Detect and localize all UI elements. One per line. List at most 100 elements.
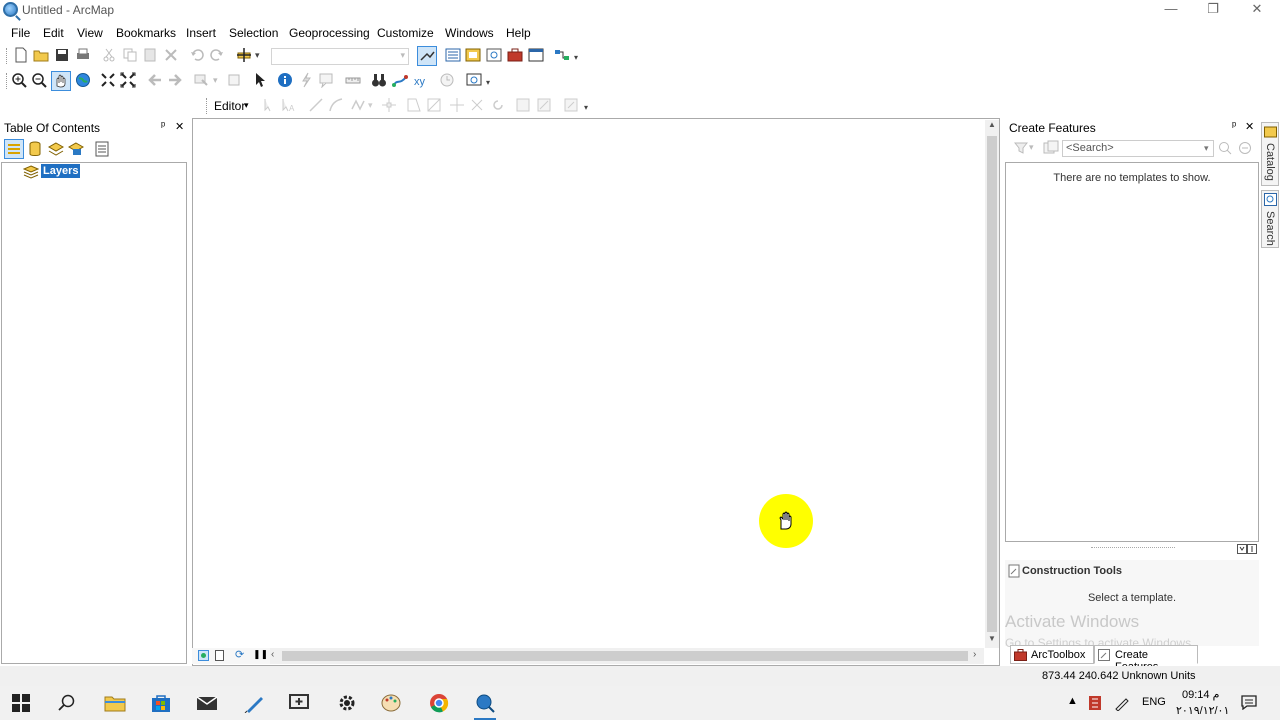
menu-windows[interactable]: Windows	[445, 26, 494, 40]
menu-selection[interactable]: Selection	[229, 26, 278, 40]
scroll-left-icon[interactable]: ‹	[271, 649, 274, 660]
scroll-thumb[interactable]	[282, 651, 968, 661]
identify-icon[interactable]	[277, 72, 293, 88]
copy-icon[interactable]	[122, 47, 138, 63]
go-forward-icon[interactable]	[167, 72, 183, 88]
windows-start-icon[interactable]	[12, 694, 30, 712]
map-vertical-scrollbar[interactable]: ▲ ▼	[985, 120, 999, 648]
python-window-icon[interactable]	[528, 47, 544, 63]
menu-bookmarks[interactable]: Bookmarks	[116, 26, 176, 40]
add-data-dropdown-icon[interactable]: ▾	[255, 50, 260, 61]
html-popup-icon[interactable]	[318, 72, 334, 88]
sketch-properties-icon[interactable]	[536, 97, 552, 113]
list-by-visibility-icon[interactable]	[48, 141, 64, 157]
fixed-zoom-out-icon[interactable]	[120, 72, 136, 88]
create-viewer-window-icon[interactable]	[466, 72, 482, 88]
toolbar-options-icon[interactable]: ▾	[486, 78, 490, 87]
modelbuilder-icon[interactable]	[554, 47, 570, 63]
pan-hand-icon[interactable]	[51, 71, 71, 91]
screen-recorder-icon[interactable]	[288, 693, 310, 713]
menu-insert[interactable]: Insert	[186, 26, 216, 40]
tab-arctoolbox[interactable]: ArcToolbox	[1010, 645, 1094, 664]
clear-selection-icon[interactable]	[226, 72, 242, 88]
editor-toolbar-icon[interactable]	[417, 46, 437, 66]
editor-menu-button[interactable]: Editor	[214, 99, 245, 113]
menu-customize[interactable]: Customize	[377, 26, 434, 40]
trace-icon[interactable]	[350, 97, 366, 113]
scroll-up-icon[interactable]: ▲	[988, 120, 996, 129]
add-data-icon[interactable]	[236, 47, 252, 63]
editor-dropdown-icon[interactable]: ▾	[244, 100, 249, 111]
filter-icon[interactable]	[1014, 141, 1028, 155]
refresh-icon[interactable]: ⟳	[235, 648, 244, 661]
new-document-icon[interactable]	[13, 47, 29, 63]
go-back-icon[interactable]	[147, 72, 163, 88]
print-icon[interactable]	[75, 47, 91, 63]
search-window-icon[interactable]	[486, 47, 502, 63]
side-tab-search[interactable]: Search	[1261, 190, 1279, 248]
toolbar-grip[interactable]	[6, 73, 9, 89]
splitter-handle[interactable]	[1091, 547, 1175, 549]
menu-view[interactable]: View	[77, 26, 103, 40]
redo-icon[interactable]	[209, 47, 225, 63]
list-by-drawing-order-icon[interactable]	[4, 139, 24, 159]
rotate-tool-icon[interactable]	[469, 97, 485, 113]
clock-date[interactable]: ۲۰۱۹/۱۲/۰۱	[1176, 704, 1229, 717]
vertex-edit-icon[interactable]	[381, 97, 397, 113]
arctoolbox-icon[interactable]	[507, 47, 523, 63]
toc-options-icon[interactable]	[95, 141, 109, 157]
layout-view-icon[interactable]	[214, 650, 225, 661]
go-to-xy-icon[interactable]: xy	[413, 72, 429, 88]
undo-icon[interactable]	[189, 47, 205, 63]
language-indicator[interactable]: ENG	[1142, 696, 1166, 708]
tab-create-features[interactable]: Create Features	[1094, 645, 1198, 673]
tray-app-icon[interactable]	[1089, 696, 1101, 710]
create-features-close-icon[interactable]: ✕	[1245, 120, 1254, 133]
action-center-icon[interactable]	[1241, 695, 1257, 710]
search-icon[interactable]	[1218, 141, 1232, 155]
menu-help[interactable]: Help	[506, 26, 531, 40]
delete-icon[interactable]	[163, 47, 179, 63]
toc-pin-icon[interactable]: ᵖ	[161, 120, 165, 132]
fixed-zoom-in-icon[interactable]	[100, 72, 116, 88]
table-of-contents-window-icon[interactable]	[445, 47, 461, 63]
cut-polygons-icon[interactable]	[426, 97, 442, 113]
toolbar-options-icon[interactable]: ▾	[574, 53, 578, 62]
create-features-pin-icon[interactable]: ᵖ	[1232, 120, 1236, 132]
zoom-in-icon[interactable]	[11, 72, 27, 88]
find-binoculars-icon[interactable]	[371, 72, 387, 88]
select-features-icon[interactable]	[193, 72, 209, 88]
hyperlink-icon[interactable]	[298, 72, 314, 88]
show-hidden-icons-chevron[interactable]: ▲	[1067, 695, 1078, 707]
settings-gear-icon[interactable]	[336, 693, 358, 713]
toc-close-icon[interactable]: ✕	[175, 120, 184, 133]
pause-drawing-icon[interactable]: ❚❚	[253, 649, 268, 660]
zoom-out-icon[interactable]	[31, 72, 47, 88]
chevron-down-icon[interactable]: ▾	[1204, 143, 1209, 154]
minimize-button[interactable]: —	[1148, 0, 1194, 20]
map-horizontal-scrollbar[interactable]: ‹ ›	[270, 648, 984, 664]
select-elements-arrow-icon[interactable]	[252, 72, 268, 88]
store-icon[interactable]	[150, 693, 172, 713]
edit-tool-icon[interactable]	[260, 97, 276, 113]
arcmap-taskbar-icon[interactable]	[474, 693, 496, 713]
side-tab-catalog[interactable]: Catalog	[1261, 122, 1279, 186]
save-icon[interactable]	[54, 47, 70, 63]
catalog-window-icon[interactable]	[465, 47, 481, 63]
toolbar-grip[interactable]	[206, 98, 209, 114]
pen-tool-icon[interactable]	[244, 693, 266, 713]
select-features-dropdown-icon[interactable]: ▾	[213, 75, 218, 86]
scroll-down-icon[interactable]: ▼	[988, 634, 996, 643]
template-search-input[interactable]: <Search>	[1062, 140, 1214, 157]
close-button[interactable]: ✕	[1234, 0, 1280, 20]
reshape-feature-icon[interactable]	[406, 97, 422, 113]
rotate-icon[interactable]	[490, 97, 506, 113]
chrome-browser-icon[interactable]	[428, 693, 450, 713]
full-extent-globe-icon[interactable]	[75, 72, 91, 88]
clock-time[interactable]: 09:14 م	[1182, 688, 1219, 701]
attributes-icon[interactable]	[515, 97, 531, 113]
create-features-window-icon[interactable]	[563, 97, 579, 113]
straight-segment-icon[interactable]	[308, 97, 324, 113]
clear-search-icon[interactable]	[1238, 141, 1252, 155]
scroll-right-icon[interactable]: ›	[973, 649, 976, 660]
